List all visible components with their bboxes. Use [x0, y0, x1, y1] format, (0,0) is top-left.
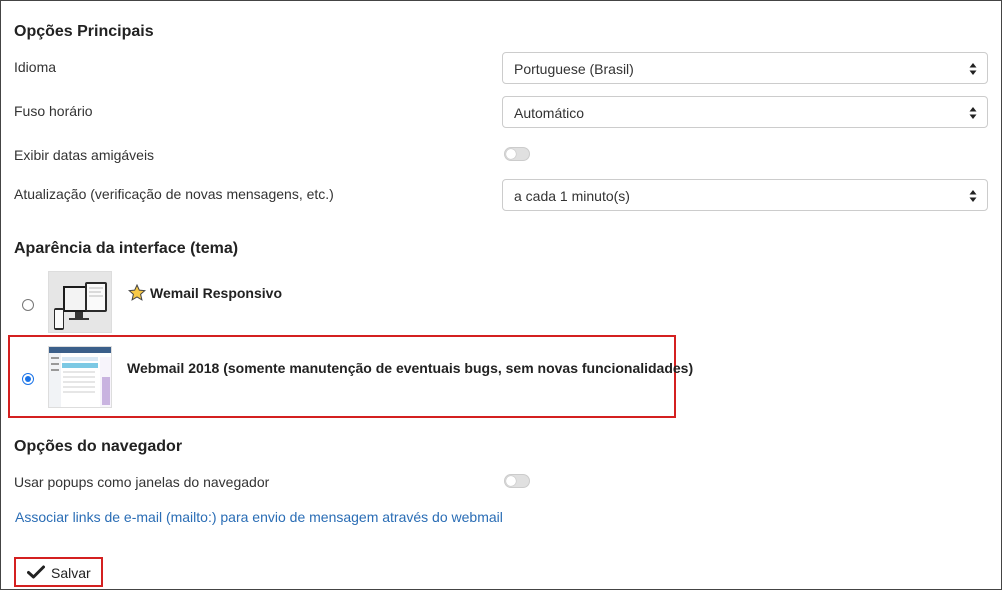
mailto-handler-link[interactable]: Associar links de e-mail (mailto:) para … — [15, 509, 503, 525]
theme-radio-responsive[interactable] — [22, 299, 34, 311]
section-heading-theme: Aparência da interface (tema) — [14, 240, 239, 257]
sort-arrows-icon — [969, 190, 977, 202]
timezone-select[interactable]: Automático — [502, 96, 988, 128]
refresh-select[interactable]: a cada 1 minuto(s) — [502, 179, 988, 211]
save-button-label: Salvar — [51, 565, 91, 581]
sort-arrows-icon — [969, 63, 977, 75]
save-button[interactable]: Salvar — [14, 557, 103, 587]
popups-toggle[interactable] — [504, 474, 530, 488]
refresh-select-value: a cada 1 minuto(s) — [514, 188, 630, 204]
language-select[interactable]: Portuguese (Brasil) — [502, 52, 988, 84]
timezone-select-value: Automático — [514, 105, 585, 121]
language-select-value: Portuguese (Brasil) — [514, 61, 634, 77]
timezone-label: Fuso horário — [14, 103, 93, 119]
section-heading-main-options: Opções Principais — [14, 23, 154, 40]
toggle-knob — [506, 476, 516, 486]
devices-preview-icon — [49, 272, 111, 332]
star-icon — [128, 284, 146, 301]
theme-thumbnail-2018[interactable] — [48, 346, 112, 408]
section-heading-browser: Opções do navegador — [14, 438, 183, 455]
refresh-label: Atualização (verificação de novas mensag… — [14, 186, 334, 202]
friendly-dates-label: Exibir datas amigáveis — [14, 147, 155, 163]
checkmark-icon — [27, 565, 45, 579]
sort-arrows-icon — [969, 107, 977, 119]
friendly-dates-toggle[interactable] — [504, 147, 530, 161]
toggle-knob — [506, 149, 516, 159]
theme-thumbnail-responsive[interactable] — [48, 271, 112, 333]
popups-label: Usar popups como janelas do navegador — [14, 474, 270, 490]
language-label: Idioma — [14, 59, 57, 75]
webmail-preview-icon — [49, 347, 111, 407]
theme-name-responsive: Wemail Responsivo — [150, 285, 283, 301]
theme-radio-2018[interactable] — [22, 373, 34, 385]
theme-name-2018: Webmail 2018 (somente manutenção de even… — [127, 360, 694, 376]
